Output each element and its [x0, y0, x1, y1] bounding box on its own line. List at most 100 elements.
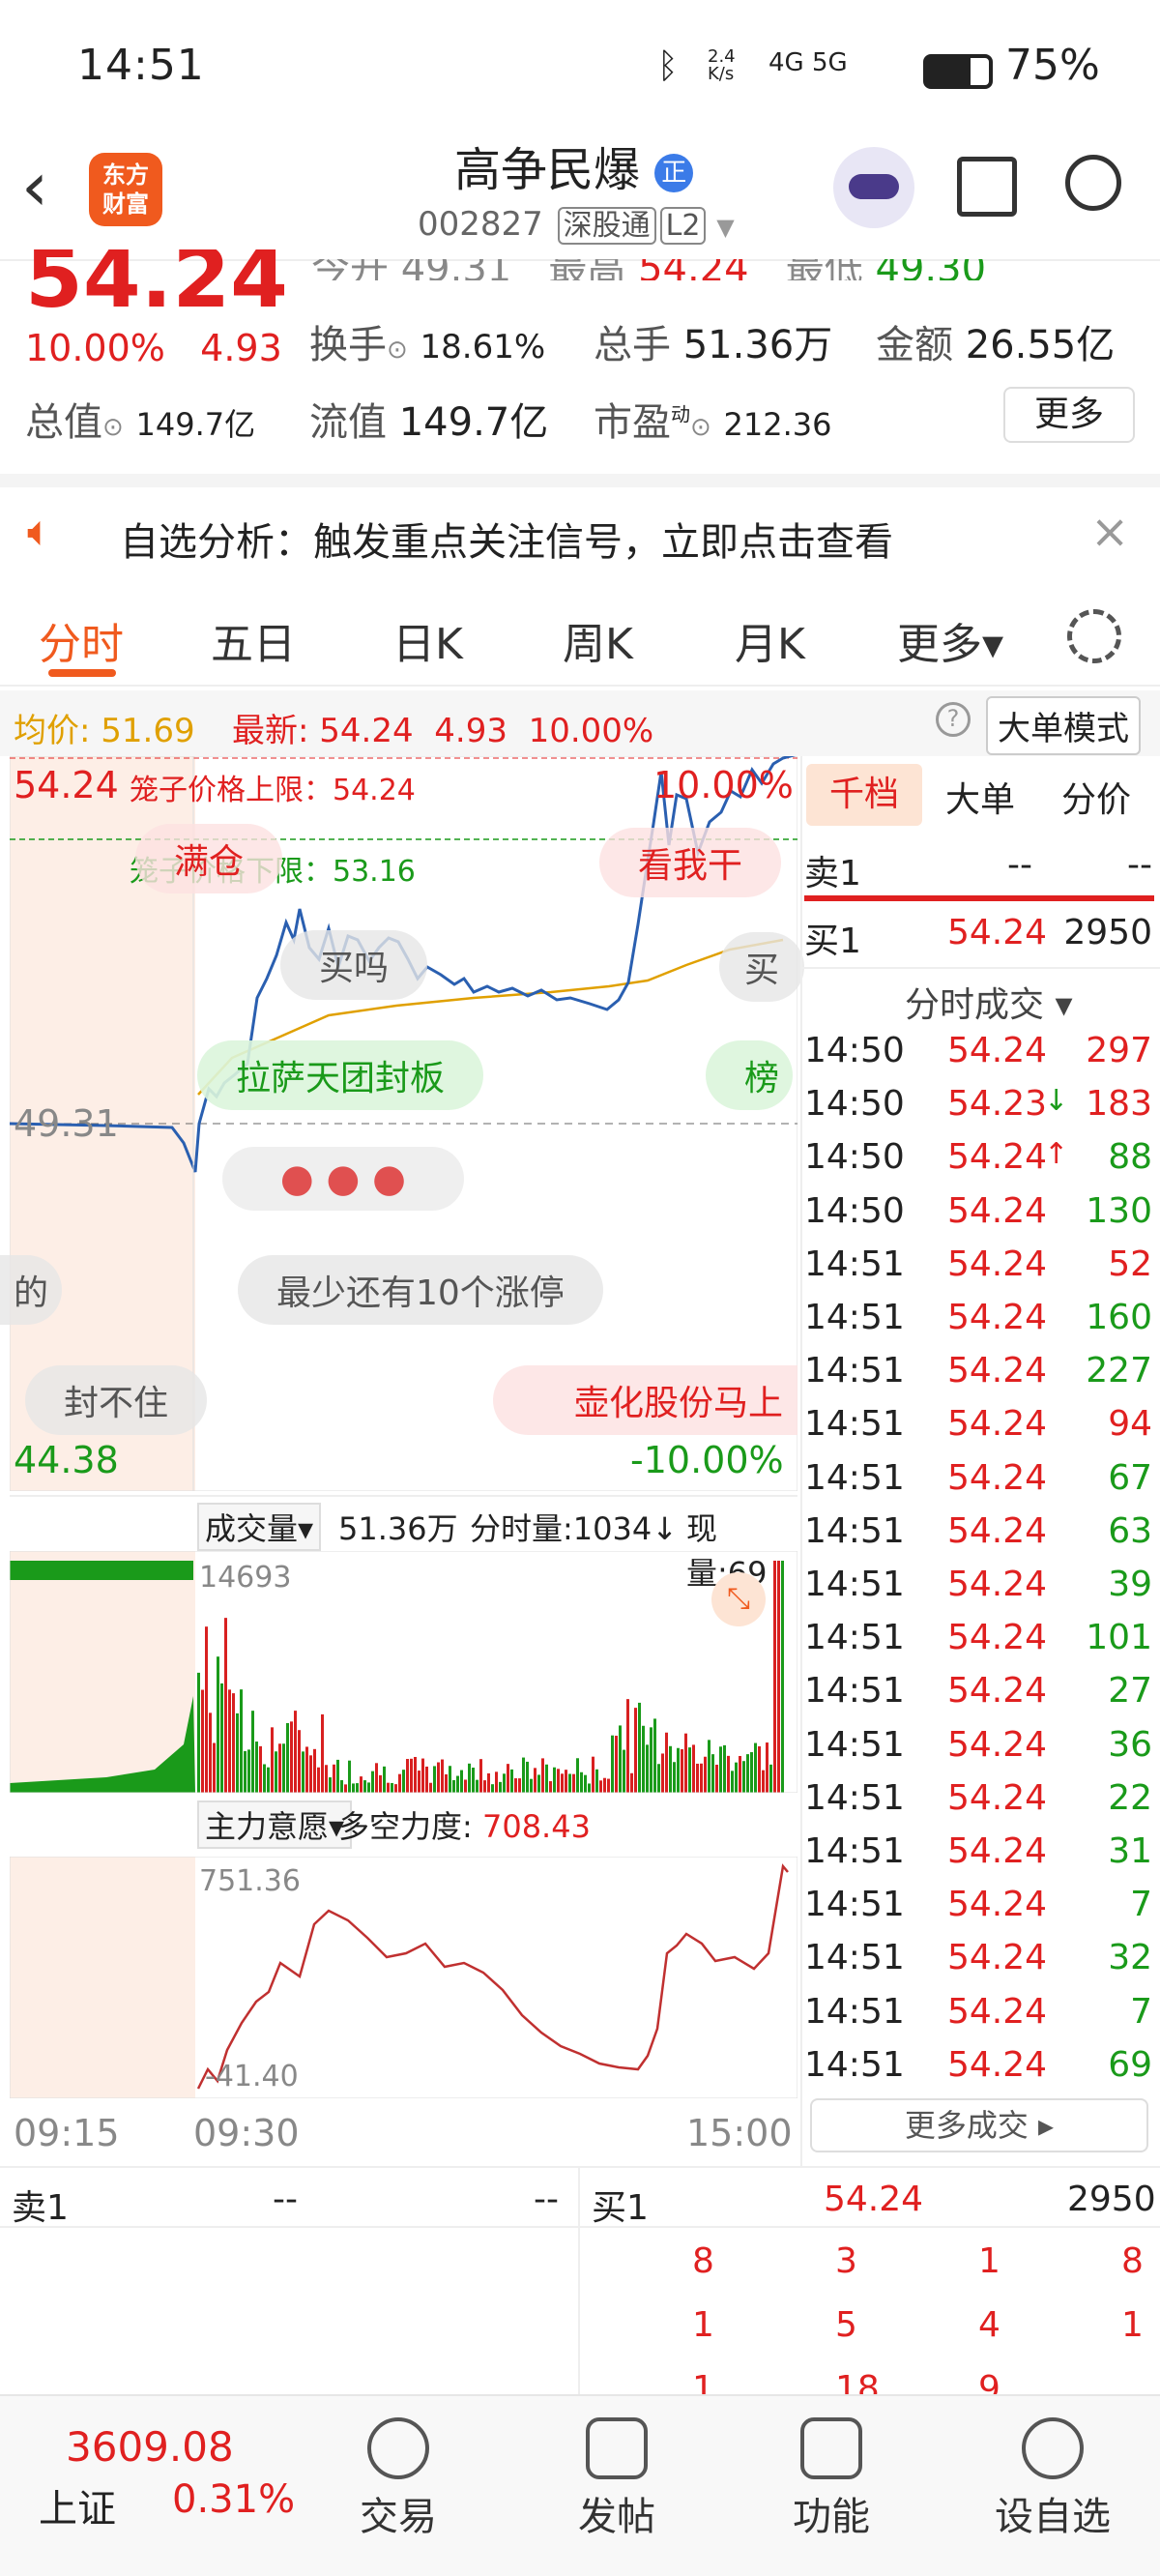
- volume-bar: [468, 1763, 471, 1793]
- volume-bar: [209, 1712, 212, 1793]
- battery-percent: 75%: [1005, 41, 1100, 90]
- price-top-label: 54.24: [14, 764, 119, 806]
- volume-bar: [688, 1747, 691, 1793]
- nav-trade[interactable]: 交易: [350, 2417, 447, 2541]
- volume-bar: [294, 1711, 297, 1793]
- volume-bar: [483, 1780, 486, 1793]
- more-button[interactable]: 更多: [1003, 387, 1135, 443]
- danmaku-bubble[interactable]: 最少还有10个涨停: [238, 1255, 603, 1325]
- volume-bar: [476, 1779, 478, 1793]
- emoji-reactions[interactable]: ● ● ●: [222, 1147, 464, 1211]
- volume-bar: [572, 1773, 575, 1793]
- index-value[interactable]: 3609.08: [66, 2423, 234, 2471]
- volume-bar: [537, 1774, 540, 1793]
- volume-bar: [298, 1730, 301, 1793]
- volume-bar: [394, 1784, 397, 1793]
- volume-bar: [263, 1764, 266, 1793]
- tab-monthly[interactable]: 月K: [735, 609, 805, 671]
- tab-weekly[interactable]: 周K: [563, 609, 633, 671]
- volume-bar: [406, 1759, 409, 1793]
- nav-functions[interactable]: 功能: [783, 2417, 880, 2541]
- tab-big-orders[interactable]: 大单: [945, 772, 1015, 822]
- volume-bar: [650, 1727, 652, 1793]
- volume-bar: [421, 1758, 424, 1793]
- force-chart[interactable]: [10, 1857, 798, 2098]
- volume-bar: [545, 1764, 548, 1793]
- tab-depth[interactable]: 千档: [806, 764, 922, 826]
- volume-bar: [715, 1765, 718, 1793]
- alert-banner[interactable]: 🔈︎ 自选分析：触发重点关注信号，立即点击查看 ×: [0, 474, 1160, 571]
- volume-bar: [553, 1767, 556, 1793]
- tab-price-dist[interactable]: 分价: [1061, 772, 1131, 822]
- trade-tick-row: 14:51 54.24 63: [804, 1510, 1152, 1551]
- volume-bar: [449, 1766, 451, 1793]
- nav-add-watch[interactable]: 设自选: [990, 2417, 1116, 2541]
- danmaku-bubble[interactable]: 榜: [706, 1040, 793, 1110]
- volume-bar: [344, 1784, 347, 1793]
- volume-bar: [696, 1763, 699, 1793]
- danmaku-bubble[interactable]: 买吗: [280, 930, 428, 1000]
- trade-tick-row: 14:51 54.24 227: [804, 1351, 1152, 1391]
- volume-indicator-select[interactable]: 成交量▾: [197, 1503, 322, 1551]
- close-icon[interactable]: ×: [1090, 505, 1129, 559]
- help-icon[interactable]: ?: [936, 702, 971, 737]
- volume-bar: [739, 1755, 741, 1793]
- trade-tick-row: 14:51 54.24 160: [804, 1298, 1152, 1337]
- volume-bar: [437, 1762, 440, 1793]
- volume-bar: [595, 1769, 598, 1793]
- share-icon[interactable]: [957, 157, 1017, 217]
- volume-bar: [371, 1771, 374, 1793]
- danmaku-bubble[interactable]: 看我干: [599, 828, 782, 897]
- back-icon[interactable]: ‹: [21, 153, 48, 220]
- volume-bar: [653, 1718, 656, 1793]
- volume-bar: [762, 1770, 765, 1793]
- search-icon[interactable]: [1065, 155, 1121, 211]
- tab-intraday[interactable]: 分时: [39, 609, 124, 671]
- volume-bar: [360, 1776, 362, 1793]
- tab-daily[interactable]: 日K: [392, 609, 463, 671]
- volume-bar: [611, 1735, 614, 1793]
- volume-bar: [773, 1561, 776, 1793]
- volume-bar: [205, 1626, 208, 1793]
- volume-bar: [340, 1779, 343, 1793]
- volume-bar: [367, 1782, 370, 1793]
- volume-bar: [630, 1772, 633, 1793]
- danmaku-bubble[interactable]: 封不住: [25, 1365, 208, 1435]
- ticks-title[interactable]: 分时成交 ▾: [905, 977, 1073, 1027]
- turnover: 换手⊙ 18.61%: [309, 323, 546, 367]
- index-change[interactable]: 0.31%: [172, 2477, 295, 2522]
- volume-bar: [623, 1749, 625, 1793]
- index-name[interactable]: 上证: [39, 2477, 116, 2533]
- more-trades-button[interactable]: 更多成交 ▸: [810, 2098, 1148, 2152]
- battery-icon: [923, 54, 993, 89]
- trade-tick-row: 14:51 54.24 101: [804, 1618, 1152, 1658]
- volume-bar: [232, 1693, 235, 1793]
- settings-gear-icon[interactable]: [1067, 609, 1121, 663]
- volume-bar: [518, 1778, 521, 1793]
- big-order-mode-button[interactable]: 大单模式: [986, 696, 1141, 755]
- danmaku-bubble[interactable]: 壶化股份马上: [493, 1365, 798, 1435]
- volume-bar: [456, 1775, 459, 1793]
- volume-bar: [514, 1778, 517, 1793]
- tab-more[interactable]: 更多▾: [897, 609, 1003, 671]
- volume-bar: [584, 1774, 587, 1793]
- force-indicator-select[interactable]: 主力意愿▾: [197, 1800, 353, 1849]
- trade-tick-row: 14:51 54.24 32: [804, 1938, 1152, 1978]
- volume-chart[interactable]: [10, 1551, 798, 1793]
- badge-icon: 正: [654, 154, 694, 192]
- volume-bar: [626, 1699, 629, 1793]
- volume-bar: [255, 1742, 258, 1793]
- danmaku-bubble[interactable]: 满仓: [135, 824, 283, 893]
- nav-post[interactable]: 发帖: [568, 2417, 665, 2541]
- assistant-avatar[interactable]: [833, 147, 914, 228]
- volume-header: 成交量▾ 51.36万 分时量:1034↓ 现量:69: [10, 1495, 798, 1592]
- expand-icon[interactable]: ⤡: [711, 1572, 766, 1626]
- queue-order-size: 8: [1121, 2241, 1144, 2281]
- tab-five-day[interactable]: 五日: [211, 609, 296, 671]
- banner-text: 自选分析：触发重点关注信号，立即点击查看: [120, 520, 893, 565]
- volume-bar: [607, 1778, 610, 1793]
- volume-bar: [240, 1689, 243, 1793]
- danmaku-bubble[interactable]: 拉萨天团封板: [197, 1040, 484, 1110]
- danmaku-bubble[interactable]: 买: [719, 932, 805, 1002]
- volume-bar: [603, 1777, 606, 1793]
